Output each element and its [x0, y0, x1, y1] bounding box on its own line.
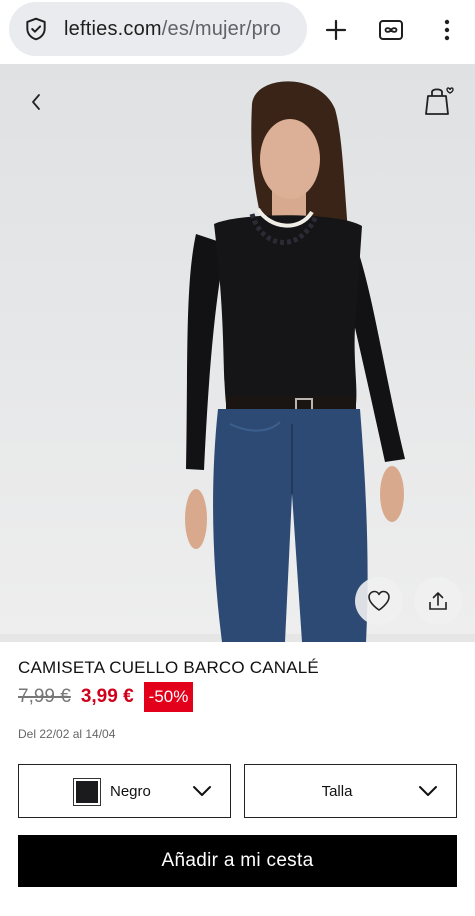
add-to-cart-button[interactable]: Añadir a mi cesta: [18, 835, 457, 887]
new-tab-button[interactable]: [316, 10, 356, 50]
back-button[interactable]: [22, 88, 50, 116]
model-photo: [0, 81, 475, 642]
address-bar[interactable]: lefties.com/es/mujer/pro: [9, 2, 307, 56]
current-price: 3,99 €: [80, 686, 134, 707]
old-price: 7,99 €: [18, 686, 71, 707]
color-swatch: [73, 778, 101, 806]
chevron-down-icon: [193, 786, 211, 796]
promo-dates: Del 22/02 al 14/04: [18, 727, 116, 741]
heart-icon: [368, 590, 390, 611]
shopping-bag-heart-icon: [425, 87, 454, 115]
more-vert-icon: [444, 19, 450, 41]
shield-icon[interactable]: [23, 16, 49, 42]
color-label: Negro: [110, 783, 151, 800]
size-selector[interactable]: Talla: [244, 764, 457, 818]
size-label: Talla: [321, 783, 353, 800]
discount-badge: -50%: [143, 682, 194, 712]
browser-toolbar: lefties.com/es/mujer/pro: [0, 0, 475, 64]
url-host: lefties.com: [64, 17, 162, 40]
share-icon: [429, 592, 447, 610]
price-row: 7,99 € 3,99 € -50%: [18, 682, 194, 712]
browser-menu-button[interactable]: [427, 10, 467, 50]
chevron-left-icon: [32, 94, 40, 110]
tab-switcher-button[interactable]: [371, 10, 411, 50]
product-image[interactable]: [0, 64, 475, 642]
url-text: lefties.com/es/mujer/pro: [64, 18, 281, 41]
plus-icon: [325, 19, 347, 41]
wishlist-bag-button[interactable]: [420, 80, 460, 120]
share-button[interactable]: [414, 577, 462, 625]
color-selector[interactable]: Negro: [18, 764, 231, 818]
favorite-button[interactable]: [355, 577, 403, 625]
url-path: /es/mujer/pro: [161, 17, 282, 40]
infinity-tabs-icon: [379, 20, 403, 40]
product-title: CAMISETA CUELLO BARCO CANALÉ: [18, 658, 319, 677]
chevron-down-icon: [419, 786, 437, 796]
color-swatch-fill: [76, 781, 98, 803]
